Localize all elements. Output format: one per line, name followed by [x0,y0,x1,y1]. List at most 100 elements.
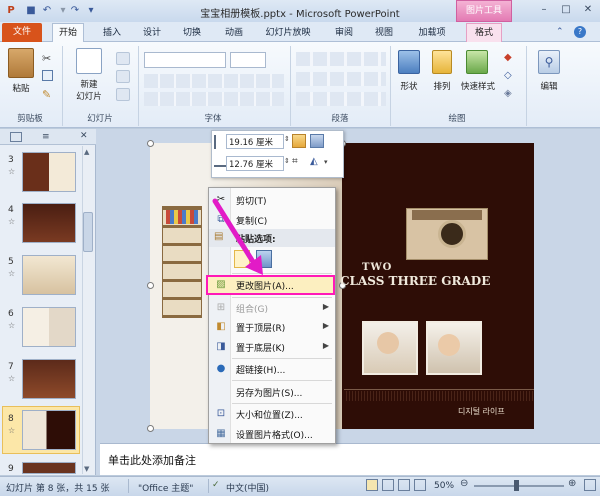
tab-view[interactable]: 视图 [370,24,398,42]
notes-placeholder[interactable]: 单击此处添加备注 [108,452,196,468]
copy-icon[interactable] [42,70,53,81]
zoom-out-icon[interactable]: ⊖ [460,478,468,489]
shape-outline-icon[interactable]: ◇ [504,70,512,81]
powerpoint-logo-icon[interactable]: P [4,4,18,18]
new-slide-icon[interactable] [76,48,102,74]
font-size-box[interactable] [230,52,266,68]
selection-handle[interactable] [147,425,154,432]
close-panel-icon[interactable]: ✕ [80,131,88,141]
bring-forward-icon[interactable] [292,134,306,148]
height-input[interactable]: 19.16 厘米 [226,134,284,149]
list-buttons[interactable] [296,52,386,66]
quick-styles-button[interactable]: 快速样式 [456,80,500,92]
language-indicator[interactable]: 中文(中国) [226,481,269,494]
width-spinner-icon[interactable]: ⇕ [284,157,290,165]
new-slide-label-2[interactable]: 幻灯片 [66,90,112,102]
customize-qat-icon[interactable]: ▾ [84,4,98,18]
menu-item-hyperlink[interactable]: ● 超链接(H)... [209,360,335,378]
save-as-picture-icon [214,385,228,399]
status-separator [128,479,129,493]
font-format-buttons[interactable] [144,74,284,88]
format-painter-icon[interactable]: ✎ [42,88,51,101]
slide-thumbnail-current[interactable] [22,410,76,450]
height-spinner-icon[interactable]: ⇕ [284,135,290,143]
new-slide-label[interactable]: 新建 [70,78,108,90]
tab-transitions[interactable]: 切换 [178,24,206,42]
menu-item-size-position[interactable]: ⊡ 大小和位置(Z)... [209,405,335,423]
paste-icon[interactable] [8,48,34,78]
slide-heading-line2: CLASS THREE GRADE [340,274,491,288]
slide-thumbnail[interactable] [22,359,76,399]
undo-icon[interactable]: ↶ [40,4,54,18]
paste-button[interactable]: 粘贴 [6,82,36,94]
reset-icon[interactable] [116,70,130,83]
tab-file[interactable]: 文件 [2,23,42,42]
tab-slideshow[interactable]: 幻灯片放映 [262,24,314,42]
maximize-icon[interactable]: □ [556,2,576,18]
shape-effects-icon[interactable]: ◈ [504,88,512,99]
slide-thumbnail[interactable] [22,152,76,192]
slide-thumbnail[interactable] [22,255,76,295]
section-icon[interactable] [116,88,130,101]
spelling-check-icon[interactable]: ✓ [212,480,220,490]
zoom-level[interactable]: 50% [434,481,454,491]
tab-format[interactable]: 格式 [466,23,502,42]
tab-insert[interactable]: 插入 [98,24,126,42]
direction-buttons[interactable] [296,92,386,106]
redo-icon[interactable]: ↷ [68,4,82,18]
scroll-thumb[interactable] [83,212,93,252]
slide-thumbnail[interactable] [22,462,76,474]
minimize-icon[interactable]: – [534,2,554,18]
arrange-icon[interactable] [432,50,452,74]
tab-home[interactable]: 开始 [52,23,84,43]
layout-icon[interactable] [116,52,130,65]
font-format-buttons-2[interactable] [144,92,284,106]
shape-fill-icon[interactable]: ◆ [504,52,512,63]
slide-thumbnail[interactable] [22,203,76,243]
tab-design[interactable]: 设计 [138,24,166,42]
menu-item-group[interactable]: ⊞ 组合(G) ▶ [209,299,335,317]
menu-item-format-picture[interactable]: ▦ 设置图片格式(O)... [209,425,335,443]
scroll-down-icon[interactable]: ▼ [84,465,89,473]
crop-icon[interactable]: ⌗ [292,156,298,167]
tab-addins[interactable]: 加载项 [414,24,450,42]
scroll-up-icon[interactable]: ▲ [84,148,89,156]
shapes-button[interactable]: 形状 [394,80,424,92]
tab-animations[interactable]: 动画 [220,24,248,42]
dropdown-icon[interactable]: ▾ [324,158,328,166]
reading-view-icon[interactable] [398,479,410,491]
fit-to-window-icon[interactable] [584,479,596,491]
slide-thumbnail[interactable] [22,307,76,347]
arrange-button[interactable]: 排列 [428,80,456,92]
width-input[interactable]: 12.76 厘米 [226,156,284,171]
save-icon[interactable]: ■ [24,4,38,18]
minimize-ribbon-icon[interactable]: ⌃ [556,27,564,37]
zoom-in-icon[interactable]: ⊕ [568,478,576,489]
zoom-slider-thumb[interactable] [514,480,519,491]
menu-item-save-as-picture[interactable]: 另存为图片(S)... [209,383,335,401]
tab-review[interactable]: 审阅 [330,24,358,42]
normal-view-icon[interactable] [366,479,378,491]
slide-sorter-icon[interactable] [382,479,394,491]
panel-scrollbar[interactable] [82,146,94,474]
shapes-icon[interactable] [398,50,420,74]
menu-item-send-to-back[interactable]: ◨ 置于底层(K) ▶ [209,338,335,356]
help-icon[interactable]: ? [574,26,586,38]
find-icon[interactable]: ⚲ [538,50,560,74]
close-icon[interactable]: ✕ [578,2,598,18]
slides-tab-icon[interactable] [10,132,22,142]
slideshow-view-icon[interactable] [414,479,426,491]
menu-item-bring-to-front[interactable]: ◧ 置于顶层(R) ▶ [209,318,335,336]
theme-name[interactable]: "Office 主题" [138,481,193,494]
scissors-icon[interactable]: ✂ [42,52,51,65]
outline-tab-icon[interactable]: ≡ [42,132,50,142]
send-backward-icon[interactable] [310,134,324,148]
editing-button[interactable]: 编辑 [532,80,566,92]
shape-outline-mini-icon[interactable]: ◭ [310,156,318,167]
selection-handle[interactable] [147,140,154,147]
selection-handle[interactable] [147,282,154,289]
font-name-box[interactable] [144,52,226,68]
quick-styles-icon[interactable] [466,50,488,74]
align-buttons[interactable] [296,72,386,86]
zoom-slider-track[interactable] [474,485,564,487]
